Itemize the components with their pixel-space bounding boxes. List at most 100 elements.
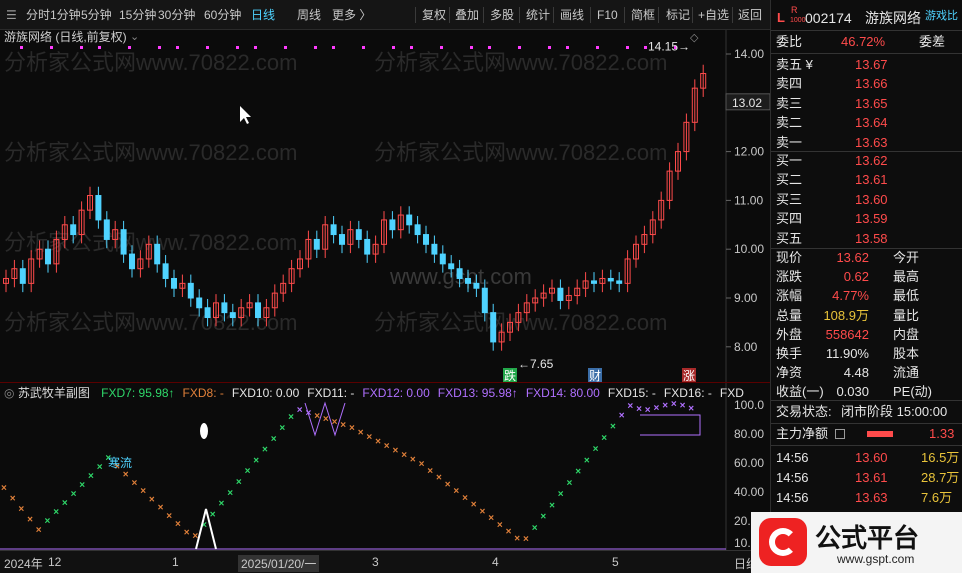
settings-icon[interactable]: ◎ — [4, 386, 18, 400]
toolbar-action-9[interactable]: 返回 — [738, 0, 762, 30]
indicator-point: × — [36, 525, 42, 536]
bid-row-0[interactable]: 买一 13.62 — [771, 151, 962, 171]
indicator-point: × — [480, 506, 486, 517]
indicator-point: × — [453, 486, 459, 497]
tick-price: 13.60 — [855, 450, 888, 465]
toolbar-action-8[interactable]: +自选 — [698, 0, 729, 30]
indicator-point: × — [210, 509, 216, 520]
toolbar-action-7[interactable]: 标记 — [666, 0, 690, 30]
wei-bi-value: 46.72% — [841, 34, 886, 49]
ask-row-2[interactable]: 卖三 13.65 — [771, 94, 962, 114]
indicator-point: × — [680, 400, 686, 411]
candle-body — [129, 253, 135, 270]
indicator-legend-item-9: FXD — [719, 386, 744, 400]
ask-row-4[interactable]: 卖一 13.63 — [771, 133, 962, 153]
period-tab-5[interactable]: 60分钟 — [204, 0, 241, 30]
ask-price: 13.65 — [855, 95, 888, 111]
quote-right-label: 内盘 — [893, 326, 920, 342]
main-kline-chart[interactable]: 游族网络 (日线,前复权) ⌄ 分析家公式网www.70822.com 分析家公式… — [0, 30, 770, 382]
bid-row-3[interactable]: 买四 13.59 — [771, 209, 962, 229]
toolbar-action-2[interactable]: 多股 — [490, 0, 514, 30]
ask-price: 13.64 — [855, 115, 888, 131]
watermark-2: 分析家公式网www.70822.com — [4, 140, 297, 165]
quote-value: 13.62 — [836, 250, 869, 265]
indicator-legend-item-2: FXD10: 0.00 — [231, 386, 300, 400]
indicator-point: × — [62, 498, 68, 509]
indicator-y-tick: 80.00 — [734, 427, 764, 441]
indicator-point: × — [149, 494, 155, 505]
indicator-legend-item-7: FXD15: - — [607, 386, 656, 400]
toolbar-action-0[interactable]: 复权 — [422, 0, 446, 30]
signal-dot — [410, 46, 413, 49]
indicator-point: × — [558, 489, 564, 500]
period-tab-4[interactable]: 30分钟 — [158, 0, 195, 30]
event-marker-1: 财 — [589, 369, 601, 382]
bid-row-2[interactable]: 买三 13.60 — [771, 190, 962, 210]
ask-price: 13.63 — [855, 134, 888, 150]
indicator-point: × — [471, 500, 477, 511]
bid-row-4[interactable]: 买五 13.58 — [771, 229, 962, 249]
period-tab-3[interactable]: 15分钟 — [119, 0, 156, 30]
indicator-point: × — [445, 479, 451, 490]
bid-row-1[interactable]: 买二 13.61 — [771, 170, 962, 190]
stock-header: L R 1000 002174 游族网络 游戏比 — [771, 5, 962, 30]
price-tick: 12.00 — [734, 145, 764, 159]
time-axis: 2024年 12 1 2025/01/20/一 3 4 5 日线 — [0, 550, 770, 573]
period-tab-0[interactable]: 分时 — [26, 0, 50, 30]
indicator-point: × — [401, 450, 407, 461]
period-tab-2[interactable]: 5分钟 — [81, 0, 112, 30]
signal-dot — [80, 46, 83, 49]
candle-body — [364, 238, 371, 255]
status-label: 交易状态: — [776, 404, 832, 419]
period-tab-8[interactable]: 更多 〉 — [332, 0, 371, 30]
bid-label: 买二 — [776, 172, 803, 188]
indicator-point: × — [601, 433, 607, 444]
logo-url: www.gspt.com — [837, 552, 915, 566]
net-flow-value: 1.33 — [929, 426, 955, 441]
candle-body — [607, 277, 614, 282]
tick-row-1: 14:56 13.61 28.7万 — [771, 468, 962, 488]
ask-row-1[interactable]: 卖四 13.66 — [771, 74, 962, 94]
candle-body — [19, 268, 26, 284]
toolbar-action-5[interactable]: F10 — [597, 0, 618, 30]
indicator-point: × — [393, 446, 399, 457]
period-tab-7[interactable]: 周线 — [297, 0, 321, 30]
ask-row-0[interactable]: 卖五 ¥ 13.67 — [771, 55, 962, 75]
indicator-point: × — [236, 477, 242, 488]
mouse-cursor-icon — [240, 106, 251, 124]
indicator-legend-item-6: FXD14: 80.00 — [525, 386, 600, 400]
price-tick: 9.00 — [734, 291, 758, 305]
ask-row-3[interactable]: 卖二 13.64 — [771, 113, 962, 133]
indicator-subchart[interactable]: 100.0 80.00 60.00 40.00 20.00 10.0 × × × × × × × × × × ×… — [0, 382, 770, 551]
period-tab-6[interactable]: 日线 — [251, 0, 275, 30]
toolbar-action-4[interactable]: 画线 — [560, 0, 584, 30]
quote-label: 现价 — [776, 250, 803, 265]
tick-volume: 7.6万 — [921, 490, 953, 505]
expand-icon[interactable] — [835, 429, 845, 439]
indicator-point: × — [497, 520, 503, 531]
indicator-point: × — [175, 519, 181, 530]
indicator-point: × — [10, 494, 16, 505]
toolbar-action-6[interactable]: 简框 — [631, 0, 655, 30]
indicator-point: × — [253, 455, 259, 466]
price-tick: 14.00 — [734, 47, 764, 61]
indicator-legend: ◎ 苏武牧羊副图 FXD7: 95.98↑ FXD8: - FXD10: 0.00 F… — [4, 384, 744, 401]
indicator-legend-item-1: FXD8: - — [182, 386, 224, 400]
indicator-point: × — [297, 405, 303, 416]
toolbar-action-3[interactable]: 统计 — [526, 0, 550, 30]
ask-label: 卖二 — [776, 115, 803, 131]
candle-body — [465, 277, 471, 284]
candle-body — [473, 282, 480, 289]
indicator-legend-item-8: FXD16: - — [663, 386, 712, 400]
quote-value: 558642 — [825, 326, 869, 342]
candle-body — [456, 268, 463, 279]
candle-body — [45, 248, 51, 265]
candle-body — [120, 229, 127, 255]
menu-grid-icon[interactable]: ☰ — [6, 8, 17, 22]
toolbar-action-1[interactable]: 叠加 — [455, 0, 479, 30]
period-tab-1[interactable]: 1分钟 — [50, 0, 81, 30]
indicator-point: × — [288, 412, 294, 423]
indicator-point: × — [410, 455, 416, 466]
stock-tag[interactable]: 游戏比 — [925, 6, 958, 26]
candle-body — [591, 280, 597, 284]
